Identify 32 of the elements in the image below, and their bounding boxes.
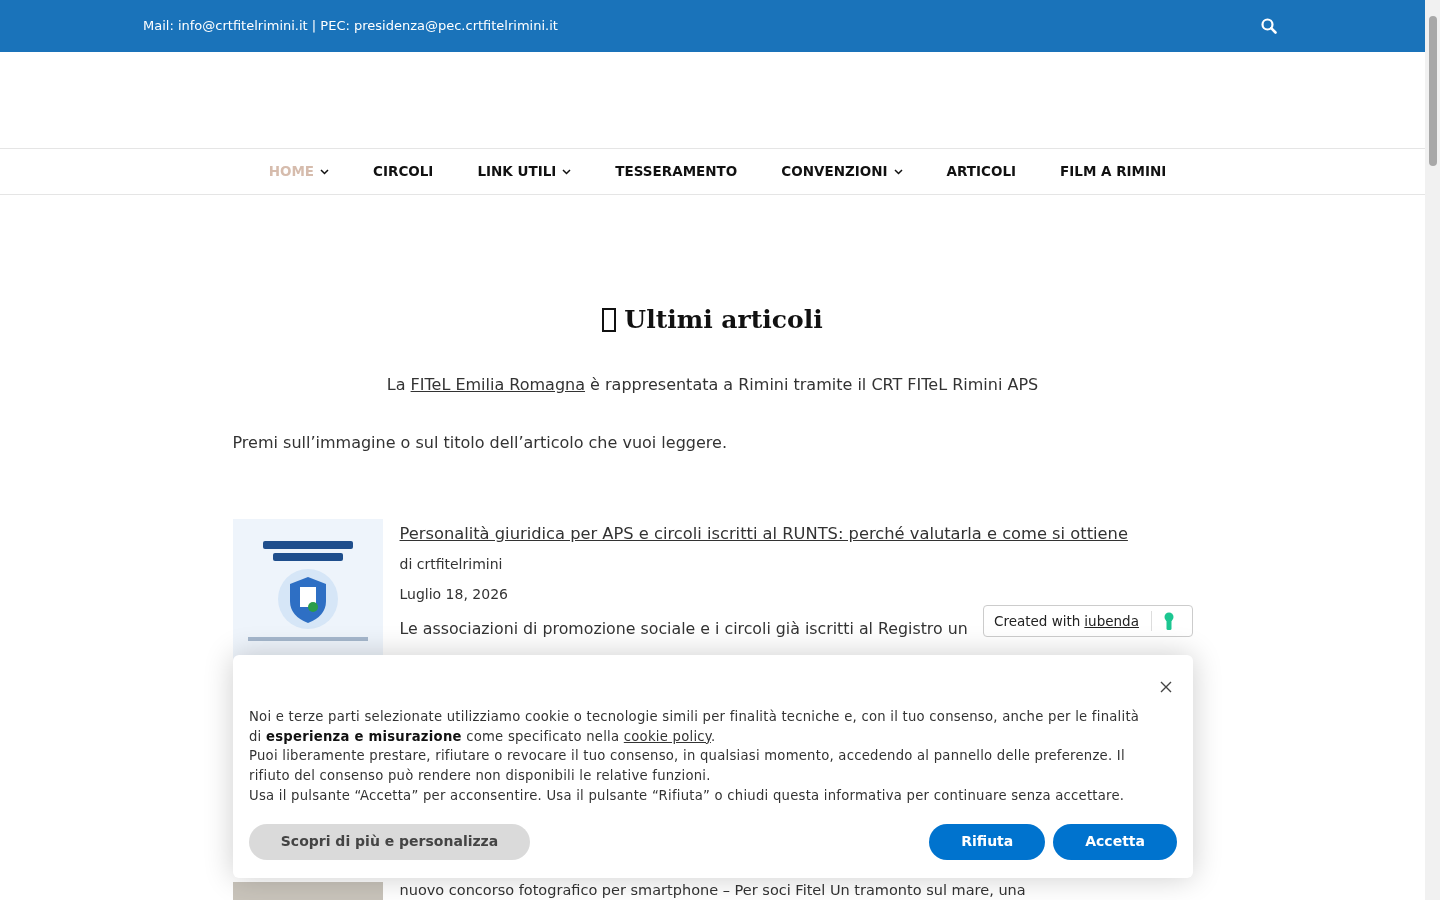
article-title[interactable]: Personalità giuridica per APS e circoli iscritti al RUNTS: perché valutarla e come si ottiene bbox=[399, 518, 1128, 549]
nav-item[interactable]: CONVENZIONI bbox=[781, 161, 903, 182]
missing-glyph-icon bbox=[602, 307, 617, 332]
nav-item[interactable]: FILM A RIMINI bbox=[1060, 161, 1167, 182]
contact-info: Mail: info@crtfitelrimini.it | PEC: presidenza@pec.crtfitelrimini.it bbox=[143, 17, 558, 36]
customize-button[interactable]: Scopri di più e personalizza bbox=[249, 823, 530, 860]
fitel-link[interactable]: FITeL Emilia Romagna bbox=[410, 374, 585, 394]
consent-text: Usa il pulsante “Accetta” per acconsentire. Usa il pulsante “Rifiuta” o chiudi questa informativa per continuare senza accettare. bbox=[249, 786, 1126, 805]
nav-item[interactable]: CIRCOLI bbox=[373, 161, 434, 182]
consent-button[interactable]: Rifiuta bbox=[929, 823, 1046, 860]
page-heading: Ultimi articoli bbox=[624, 304, 823, 336]
consent-text: Noi e terze parti selezionate utilizziamo cookie o tecnologie simili per finalità tecniche e, con il tuo consenso, anche per le finalità di esperienza e misurazione come specificato nella cookie policy. bbox=[249, 708, 1141, 746]
consent-button[interactable]: Accetta bbox=[1053, 823, 1177, 860]
hint-text: Premi sull’immagine o sul titolo dell’articolo che vuoi leggere. bbox=[232, 431, 728, 454]
article-date: Luglio 18, 2026 bbox=[399, 584, 508, 604]
search-icon[interactable] bbox=[1261, 18, 1277, 34]
scrollbar[interactable] bbox=[1425, 0, 1440, 900]
nav-item[interactable]: LINK UTILI bbox=[477, 161, 572, 182]
scrollbar-thumb[interactable] bbox=[1428, 16, 1437, 166]
intro-text: La FITeL Emilia Romagna è rappresentata a Rimini tramite il CRT FITeL Rimini APS bbox=[385, 373, 1040, 396]
nav-item[interactable]: ARTICOLI bbox=[946, 161, 1017, 182]
iubenda-link[interactable]: iubenda bbox=[1084, 610, 1139, 632]
consent-text: Puoi liberamente prestare, rifiutare o revocare il tuo consenso, in qualsiasi momento, accedendo al pannello delle preferenze. Il rifiuto del consenso può rendere non disponibili le relative funzioni. bbox=[249, 747, 1126, 786]
nav-item[interactable]: TESSERAMENTO bbox=[615, 161, 738, 182]
close-icon[interactable] bbox=[1160, 681, 1172, 693]
article-author: di crtfitelrimini bbox=[399, 554, 503, 574]
article-excerpt: nuovo concorso fotografico per smartphone – Per soci Fitel Un tramonto sul mare, una bbox=[399, 881, 1026, 898]
keyhole-icon bbox=[1163, 612, 1174, 630]
iubenda-badge[interactable]: Created with iubenda bbox=[983, 605, 1193, 637]
cookie-policy-link[interactable]: cookie policy bbox=[623, 728, 711, 744]
badge-text: Created with bbox=[994, 611, 1081, 631]
article-excerpt: Le associazioni di promozione sociale e i circoli già iscritti al Registro un bbox=[399, 618, 968, 639]
